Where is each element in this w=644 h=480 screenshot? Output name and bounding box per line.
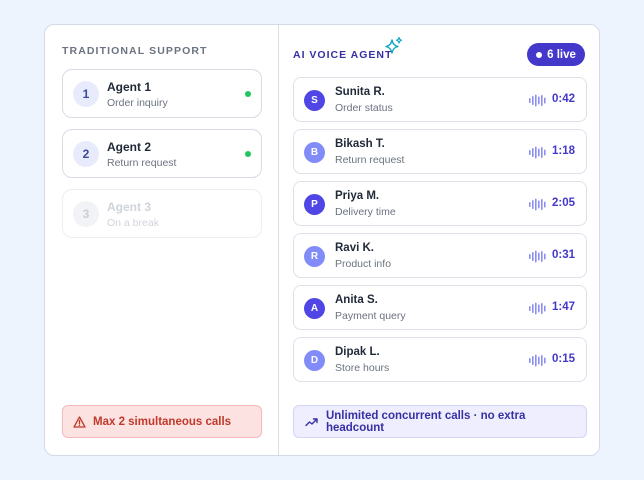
- traditional-support-title: TRADITIONAL SUPPORT: [62, 45, 208, 57]
- column-divider: [278, 25, 279, 455]
- call-duration: 0:42: [551, 93, 575, 105]
- concurrency-note-text: Unlimited concurrent calls · no extra he…: [325, 409, 526, 434]
- call-topic: Product info: [335, 258, 392, 270]
- live-count-label: 6 live: [547, 48, 576, 61]
- agent-number-badge: 1: [73, 81, 99, 107]
- concurrency-note: Unlimited concurrent calls · no extra he…: [293, 405, 587, 438]
- call-topic: Delivery time: [335, 206, 396, 218]
- agent-number-badge: 2: [73, 141, 99, 167]
- ai-voice-agent-title: AI VOICE AGENT: [293, 49, 393, 61]
- call-duration: 1:47: [551, 301, 575, 313]
- audio-wave-icon: [529, 354, 546, 367]
- caller-avatar: S: [304, 90, 325, 111]
- online-dot-icon: [245, 91, 251, 97]
- call-topic: Order status: [335, 102, 393, 114]
- audio-wave-icon: [529, 302, 546, 315]
- caller-avatar: B: [304, 142, 325, 163]
- call-card: S Sunita R. Order status 0:42: [293, 77, 587, 122]
- call-duration: 0:15: [551, 353, 575, 365]
- caller-avatar: D: [304, 350, 325, 371]
- call-topic: Return request: [335, 154, 405, 166]
- caller-name: Bikash T.: [335, 138, 385, 150]
- audio-wave-icon: [529, 146, 546, 159]
- call-topic: Store hours: [335, 362, 390, 374]
- caller-name: Sunita R.: [335, 86, 385, 98]
- capacity-warning-text: Max 2 simultaneous calls: [93, 415, 232, 428]
- agent-name: Agent 1: [107, 80, 152, 94]
- agent-status: Return request: [107, 157, 177, 169]
- caller-name: Dipak L.: [335, 346, 380, 358]
- agent-number-badge: 3: [73, 201, 99, 227]
- agent-card-2: 2 Agent 2 Return request: [62, 129, 262, 178]
- call-card: D Dipak L. Store hours 0:15: [293, 337, 587, 382]
- live-count-badge: 6 live: [527, 43, 585, 66]
- online-dot-icon: [245, 151, 251, 157]
- agent-name: Agent 2: [107, 140, 152, 154]
- agent-name: Agent 3: [107, 200, 152, 214]
- audio-wave-icon: [529, 198, 546, 211]
- call-topic: Payment query: [335, 310, 406, 322]
- call-duration: 0:31: [551, 249, 575, 261]
- call-card: B Bikash T. Return request 1:18: [293, 129, 587, 174]
- caller-name: Ravi K.: [335, 242, 374, 254]
- call-card: A Anita S. Payment query 1:47: [293, 285, 587, 330]
- agent-status: Order inquiry: [107, 97, 168, 109]
- caller-avatar: A: [304, 298, 325, 319]
- caller-name: Priya M.: [335, 190, 380, 202]
- caller-avatar: P: [304, 194, 325, 215]
- call-duration: 2:05: [551, 197, 575, 209]
- caller-avatar: R: [304, 246, 325, 267]
- sparkle-icon: [385, 36, 403, 54]
- agent-card-1: 1 Agent 1 Order inquiry: [62, 69, 262, 118]
- capacity-warning: Max 2 simultaneous calls: [62, 405, 262, 438]
- trending-up-icon: [305, 417, 318, 426]
- call-card: R Ravi K. Product info 0:31: [293, 233, 587, 278]
- comparison-card: TRADITIONAL SUPPORT 1 Agent 1 Order inqu…: [44, 24, 600, 456]
- audio-wave-icon: [529, 250, 546, 263]
- live-dot-icon: [536, 51, 543, 58]
- audio-wave-icon: [529, 94, 546, 107]
- agent-status: On a break: [107, 217, 159, 229]
- call-card: P Priya M. Delivery time 2:05: [293, 181, 587, 226]
- agent-card-3: 3 Agent 3 On a break: [62, 189, 262, 238]
- warning-triangle-icon: [73, 415, 86, 428]
- call-duration: 1:18: [551, 145, 575, 157]
- caller-name: Anita S.: [335, 294, 378, 306]
